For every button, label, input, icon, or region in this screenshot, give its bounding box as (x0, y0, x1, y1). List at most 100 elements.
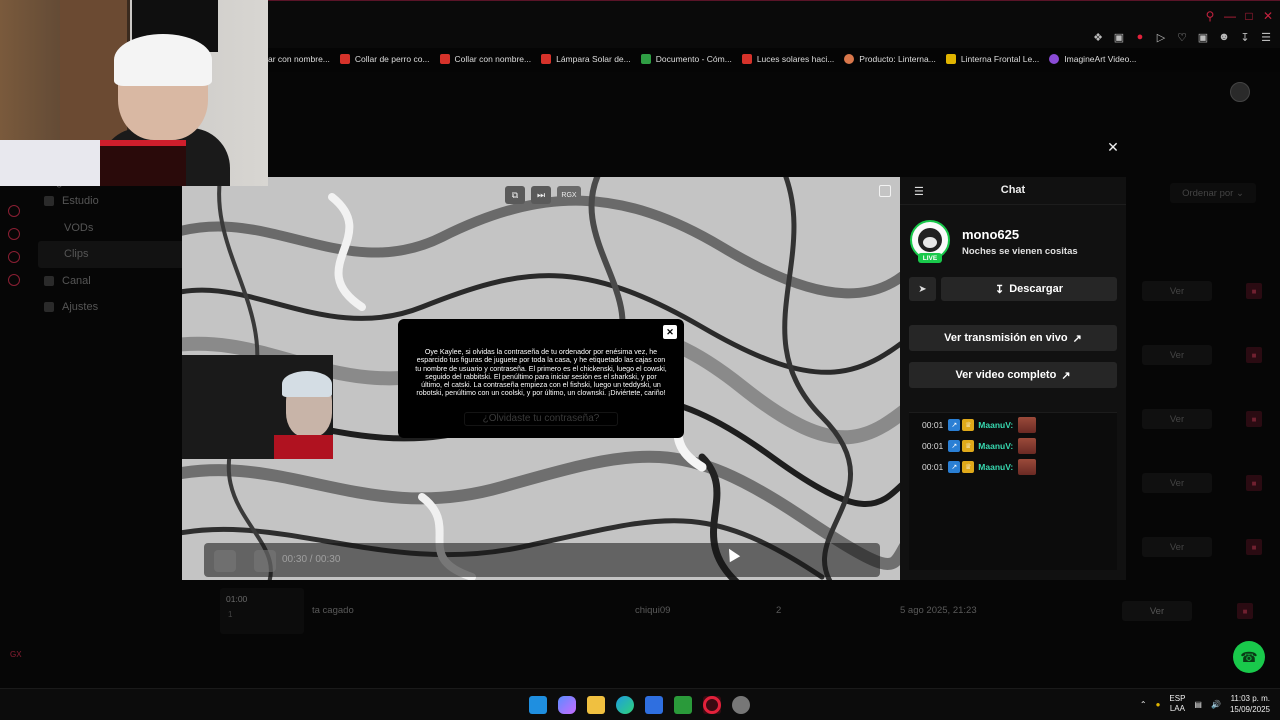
search-icon[interactable]: ⚲ (1202, 9, 1218, 23)
close-window-icon[interactable]: ✕ (1260, 9, 1276, 23)
bookmark-item[interactable]: Lámpara Solar de... (541, 50, 631, 68)
chevron-up-icon[interactable]: ⌃ (1140, 700, 1147, 709)
history-icon[interactable] (8, 228, 20, 240)
snapshot-icon[interactable]: ▣ (1113, 31, 1125, 44)
copilot-icon[interactable] (558, 696, 576, 714)
microphone-icon[interactable]: ● (1156, 700, 1161, 709)
fullscreen-icon[interactable] (879, 185, 891, 197)
bookmark-item[interactable]: Documento - Cóm... (640, 50, 732, 68)
view-button[interactable]: Ver (1122, 601, 1192, 621)
user-avatar[interactable] (1230, 82, 1250, 102)
sidebar: Logros Estudio VODs Clips Canal⌄ Ajustes (38, 176, 188, 321)
settings-icon[interactable] (8, 274, 20, 286)
table-row[interactable]: 01:00 1 ta cagado chiqui09 2 5 ago 2025,… (220, 588, 1260, 634)
chat-panel: ☰ Chat LIVE mono625 Noches se vienen cos… (900, 177, 1126, 580)
bookmark-item-label: Lámpara Solar de... (556, 54, 631, 64)
minecraft-icon[interactable] (674, 696, 692, 714)
delete-icon[interactable]: ■ (1246, 475, 1262, 491)
bookmark-item[interactable]: Collar de perro co... (339, 50, 430, 68)
pin-icon[interactable]: ❖ (1092, 31, 1104, 44)
forgot-password-link[interactable]: ¿Olvidaste tu contraseña? (464, 412, 618, 426)
file-explorer-icon[interactable] (587, 696, 605, 714)
clip-player[interactable]: ​ ⧉ ⏭ RGX ✕ Oye Kaylee, si olvidas la co… (182, 177, 900, 580)
chat-message-user[interactable]: MaanuV: (978, 420, 1013, 430)
chat-message-user[interactable]: MaanuV: (978, 462, 1013, 472)
network-icon[interactable]: ▤ (1194, 700, 1202, 709)
bookmark-purple-icon (1049, 54, 1060, 64)
inset-webcam (182, 355, 333, 459)
clip-user: chiqui09 (635, 605, 671, 616)
view-button[interactable]: Ver (1142, 281, 1212, 301)
bookmark-item-label: Luces solares haci... (756, 54, 835, 64)
volume-icon[interactable] (254, 550, 276, 572)
download-button[interactable]: ↧ Descargar (941, 277, 1117, 301)
store-icon[interactable] (645, 696, 663, 714)
chat-message-user[interactable]: MaanuV: (978, 441, 1013, 451)
bookmark-item-label: Linterna Frontal Le... (960, 54, 1040, 64)
watch-full-video-button[interactable]: Ver video completo ↗ (909, 362, 1117, 388)
bookmark-item[interactable]: ImagineArt Video... (1049, 50, 1136, 68)
delete-icon[interactable]: ■ (1246, 539, 1262, 555)
pip-icon[interactable]: ⧉ (505, 186, 525, 204)
opera-gx-icon[interactable] (703, 696, 721, 714)
shield-icon[interactable]: ● (1134, 31, 1146, 44)
headset-icon: ☎ (1240, 648, 1258, 665)
sidebar-item-canal[interactable]: Canal⌄ (38, 268, 188, 295)
dialog-close-icon[interactable]: ✕ (663, 325, 677, 339)
view-button[interactable]: Ver (1142, 345, 1212, 365)
wallet-icon[interactable]: ▣ (1197, 31, 1209, 44)
volume-icon[interactable]: 🔊 (1211, 700, 1221, 709)
bookmark-item[interactable]: Linterna Frontal Le... (945, 50, 1040, 68)
skip-icon[interactable]: ⏭ (531, 186, 551, 204)
profile-icon[interactable]: ☻ (1218, 31, 1230, 44)
share-icon: ➤ (918, 283, 927, 295)
modal-close-icon[interactable]: ✕ (1104, 138, 1122, 156)
emote-icon (1018, 417, 1037, 433)
order-by-label: Ordenar por (1182, 187, 1234, 199)
delete-icon[interactable]: ■ (1246, 411, 1262, 427)
sidebar-item-vods[interactable]: VODs (38, 215, 188, 242)
sidebar-item-ajustes[interactable]: Ajustes (38, 294, 188, 321)
bookmark-item[interactable]: Luces solares haci... (741, 50, 835, 68)
clip-title: ta cagado (312, 605, 354, 616)
share-button[interactable]: ➤ (909, 277, 936, 301)
streamer-name[interactable]: mono625 (962, 227, 1019, 242)
clip-thumbnail[interactable]: 01:00 1 (220, 588, 304, 634)
chrome-icon[interactable] (732, 696, 750, 714)
menu-icon[interactable]: ☰ (1260, 31, 1272, 44)
watch-live-button[interactable]: Ver transmisión en vivo ↗ (909, 325, 1117, 351)
language-indicator[interactable]: ESP LAA (1169, 694, 1185, 714)
windows-start-icon[interactable] (529, 696, 547, 714)
delete-icon[interactable]: ■ (1246, 283, 1262, 299)
taskbar: ⌃ ● ESP LAA ▤ 🔊 11:03 p. m. 15/09/2025 (0, 688, 1280, 720)
heart-icon[interactable]: ♡ (1176, 31, 1188, 44)
maximize-icon[interactable]: □ (1241, 9, 1257, 23)
download-icon[interactable]: ↧ (1239, 31, 1251, 44)
view-button[interactable]: Ver (1142, 409, 1212, 429)
live-icon[interactable] (8, 205, 20, 217)
delete-icon[interactable]: ■ (1237, 603, 1253, 619)
bookmark-item[interactable]: Collar con nombre... (439, 50, 531, 68)
view-button[interactable]: Ver (1142, 473, 1212, 493)
order-by-dropdown[interactable]: Ordenar por ⌄ (1170, 183, 1256, 203)
play-icon[interactable]: ▷ (1155, 31, 1167, 44)
language-code: ESP (1169, 694, 1186, 703)
bookmark-item[interactable]: ar con nombre... (268, 50, 330, 68)
edge-icon[interactable] (616, 696, 634, 714)
clock[interactable]: 11:03 p. m. 15/09/2025 (1230, 693, 1270, 715)
support-chat-button[interactable]: ☎ (1233, 641, 1265, 673)
view-button[interactable]: Ver (1142, 537, 1212, 557)
webcam-mic (274, 435, 333, 459)
crown-icon: ♕ (962, 419, 975, 431)
sidebar-item-clips[interactable]: Clips (38, 241, 188, 268)
minimize-icon[interactable]: — (1222, 9, 1238, 23)
rgx-button[interactable]: RGX (557, 186, 581, 204)
sidebar-item-estudio[interactable]: Estudio (38, 188, 188, 215)
delete-icon[interactable]: ■ (1246, 347, 1262, 363)
webcam-overlay (0, 0, 268, 186)
chat-title: Chat (1000, 184, 1026, 196)
play-pause-icon[interactable] (214, 550, 236, 572)
home-icon[interactable] (8, 251, 20, 263)
stream-title: Noches se vienen cositas (962, 246, 1078, 257)
bookmark-item[interactable]: Producto: Linterna... (844, 50, 936, 68)
